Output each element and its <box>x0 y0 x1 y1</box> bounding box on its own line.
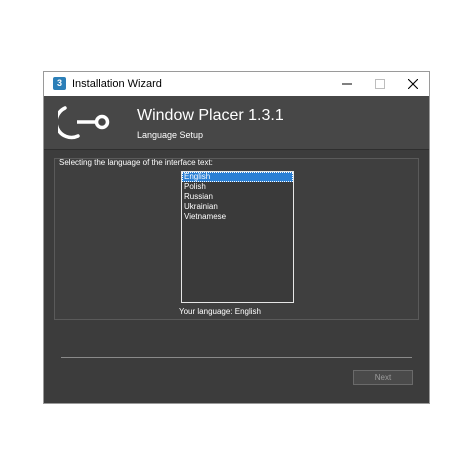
installation-wizard-window: 3 Installation Wizard Window Placer 1.3.… <box>43 71 430 404</box>
window-title: Installation Wizard <box>72 78 162 90</box>
maximize-button[interactable] <box>363 72 396 96</box>
app-icon: 3 <box>53 77 66 90</box>
close-icon <box>407 79 418 89</box>
language-option-vietnamese[interactable]: Vietnamese <box>182 212 293 222</box>
close-button[interactable] <box>396 72 429 96</box>
language-groupbox: Selecting the language of the interface … <box>54 158 419 320</box>
minimize-button[interactable] <box>330 72 363 96</box>
app-title: Window Placer 1.3.1 <box>137 107 284 124</box>
language-option-polish[interactable]: Polish <box>182 182 293 192</box>
language-listbox[interactable]: English Polish Russian Ukrainian Vietnam… <box>181 171 294 303</box>
minimize-icon <box>341 83 352 85</box>
selected-language-status: Your language: English <box>179 307 261 316</box>
language-group-label: Selecting the language of the interface … <box>59 158 213 167</box>
title-bar[interactable]: 3 Installation Wizard <box>44 72 429 96</box>
language-option-english[interactable]: English <box>182 172 293 182</box>
next-button[interactable]: Next <box>353 370 413 385</box>
language-option-ukrainian[interactable]: Ukrainian <box>182 202 293 212</box>
footer-divider <box>61 357 412 358</box>
maximize-icon <box>374 79 385 89</box>
wizard-header: Window Placer 1.3.1 Language Setup <box>44 96 429 149</box>
node-link-logo <box>58 106 110 140</box>
language-option-russian[interactable]: Russian <box>182 192 293 202</box>
page-subtitle: Language Setup <box>137 130 204 140</box>
wizard-body: Selecting the language of the interface … <box>44 150 429 403</box>
